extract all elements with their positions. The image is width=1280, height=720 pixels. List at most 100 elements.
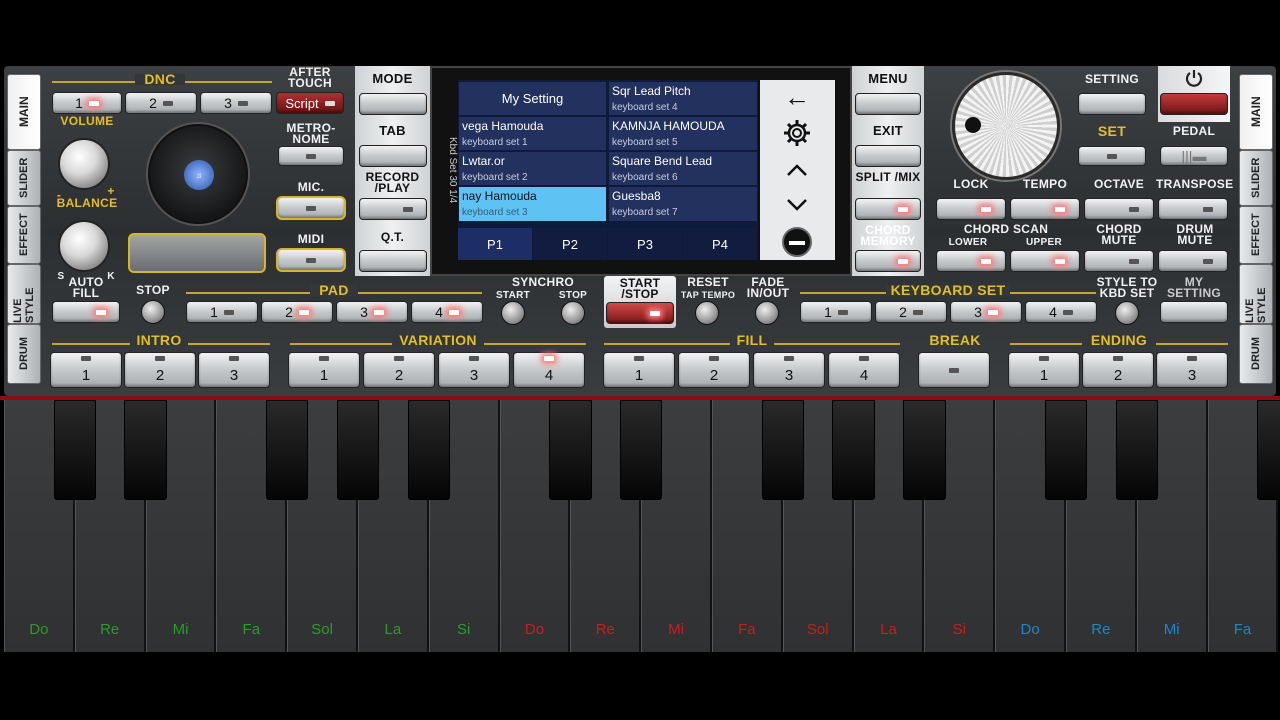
tab-slider-right[interactable]: SLIDER	[1239, 150, 1273, 206]
variation-button-1[interactable]: 1	[288, 352, 360, 388]
piano-black-key[interactable]	[336, 400, 380, 500]
dnc-button-3[interactable]: 3	[200, 92, 272, 114]
page-tab-p3[interactable]: P3	[608, 228, 682, 260]
mini-display[interactable]	[128, 233, 266, 273]
lock-button[interactable]	[936, 198, 1006, 220]
gear-icon[interactable]	[782, 117, 812, 149]
mic-button[interactable]	[276, 196, 346, 220]
dnc-button-2[interactable]: 2	[125, 92, 197, 114]
pad-stop-knob[interactable]	[141, 300, 165, 324]
keyboard-set-button-1[interactable]: 1	[800, 301, 872, 323]
fill-button-2[interactable]: 2	[678, 352, 750, 388]
tab-drum-left[interactable]: DRUM	[7, 324, 41, 384]
exit-button[interactable]	[855, 145, 921, 167]
piano-black-key[interactable]	[619, 400, 663, 500]
power-icon[interactable]	[1183, 67, 1205, 89]
tab-slider-left[interactable]: SLIDER	[7, 150, 41, 206]
chevron-down-icon[interactable]	[782, 192, 812, 216]
keyboard-set-button-2[interactable]: 2	[875, 301, 947, 323]
pad-button-3[interactable]: 3	[336, 301, 408, 323]
drum-mute-button[interactable]	[1158, 250, 1228, 272]
tab-effect-right[interactable]: EFFECT	[1239, 206, 1273, 264]
chord-mute-button[interactable]	[1084, 250, 1154, 272]
pad-button-2[interactable]: 2	[261, 301, 333, 323]
tab-main-left[interactable]: MAIN	[7, 74, 41, 150]
auto-fill-button[interactable]	[52, 301, 120, 323]
pad-button-1[interactable]: 1	[186, 301, 258, 323]
intro-button-1[interactable]: 1	[50, 352, 122, 388]
piano-black-key[interactable]	[1257, 400, 1280, 500]
synchro-start-knob[interactable]	[501, 301, 525, 325]
piano-black-key[interactable]	[832, 400, 875, 500]
variation-button-3[interactable]: 3	[438, 352, 510, 388]
balance-knob[interactable]	[58, 220, 110, 272]
fill-button-1[interactable]: 1	[603, 352, 675, 388]
reset-knob[interactable]	[695, 301, 719, 325]
style-to-kbd-knob[interactable]	[1115, 301, 1139, 325]
page-tab-p1[interactable]: P1	[458, 228, 532, 260]
fill-button-4[interactable]: 4	[828, 352, 900, 388]
screen-item-4[interactable]: Lwtar.or keyboard set 2	[459, 152, 606, 185]
start-stop-button[interactable]	[606, 302, 674, 324]
qt-button[interactable]	[359, 250, 427, 272]
script-button[interactable]: Script	[276, 92, 344, 114]
split-mix-button[interactable]	[855, 198, 921, 220]
fade-knob[interactable]	[755, 301, 779, 325]
dnc-button-1[interactable]: 1	[52, 92, 122, 114]
chord-memory-button[interactable]	[855, 250, 921, 272]
intro-button-2[interactable]: 2	[124, 352, 196, 388]
fill-button-3[interactable]: 3	[753, 352, 825, 388]
ending-button-2[interactable]: 2	[1082, 352, 1154, 388]
tempo-button[interactable]	[1010, 198, 1080, 220]
tab-effect-left[interactable]: EFFECT	[7, 206, 41, 264]
pedal-button[interactable]: |||▬	[1160, 146, 1228, 166]
volume-knob[interactable]	[58, 138, 110, 190]
ending-button-3[interactable]: 3	[1156, 352, 1228, 388]
piano-black-key[interactable]	[407, 400, 451, 500]
variation-button-4[interactable]: 4	[513, 352, 585, 388]
piano-black-key[interactable]	[761, 400, 805, 500]
piano-black-key[interactable]	[265, 400, 309, 500]
minus-circle-icon[interactable]	[782, 227, 812, 257]
screen-item-0[interactable]: My Setting	[459, 82, 606, 115]
piano-black-key[interactable]	[53, 400, 97, 500]
piano-black-key[interactable]	[1115, 400, 1159, 500]
piano-black-key[interactable]	[1044, 400, 1088, 500]
transpose-button[interactable]	[1158, 198, 1228, 220]
intro-button-3[interactable]: 3	[198, 352, 270, 388]
screen-item-6[interactable]: nay Hamouda keyboard set 3	[459, 187, 606, 221]
octave-button[interactable]	[1084, 198, 1154, 220]
set-button[interactable]	[1078, 146, 1146, 166]
jog-wheel[interactable]: ♫	[148, 124, 248, 224]
keyboard-set-button-3[interactable]: 3	[950, 301, 1022, 323]
keyboard-set-button-4[interactable]: 4	[1025, 301, 1097, 323]
tempo-dial[interactable]	[952, 72, 1060, 180]
back-arrow-icon[interactable]: ←	[782, 82, 812, 112]
page-tab-p4[interactable]: P4	[683, 228, 757, 260]
screen-item-7[interactable]: Guesba8 keyboard set 7	[609, 187, 757, 221]
piano-black-key[interactable]	[549, 400, 592, 500]
menu-button[interactable]	[855, 93, 921, 115]
tab-live-style-right[interactable]: LIVE STYLE	[1239, 264, 1273, 324]
tab-main-right[interactable]: MAIN	[1239, 74, 1273, 150]
pad-button-4[interactable]: 4	[411, 301, 483, 323]
tab-live-style-left[interactable]: LIVE STYLE	[7, 264, 41, 324]
tab-button[interactable]	[359, 145, 427, 167]
chord-scan-lower-button[interactable]	[936, 250, 1006, 272]
ending-button-1[interactable]: 1	[1008, 352, 1080, 388]
chord-scan-upper-button[interactable]	[1010, 250, 1080, 272]
break-button[interactable]	[918, 352, 990, 388]
synchro-stop-knob[interactable]	[561, 301, 585, 325]
piano-black-key[interactable]	[903, 400, 946, 500]
metronome-button[interactable]	[278, 146, 344, 166]
midi-button[interactable]	[276, 248, 346, 272]
tab-drum-right[interactable]: DRUM	[1239, 324, 1273, 384]
variation-button-2[interactable]: 2	[363, 352, 435, 388]
chevron-up-icon[interactable]	[782, 158, 812, 182]
power-button[interactable]	[1160, 93, 1228, 115]
mode-button[interactable]	[359, 93, 427, 115]
page-tab-p2[interactable]: P2	[533, 228, 607, 260]
screen-item-5[interactable]: Square Bend Lead keyboard set 6	[609, 152, 757, 185]
piano-black-key[interactable]	[124, 400, 167, 500]
screen-item-2[interactable]: vega Hamouda keyboard set 1	[459, 117, 606, 150]
